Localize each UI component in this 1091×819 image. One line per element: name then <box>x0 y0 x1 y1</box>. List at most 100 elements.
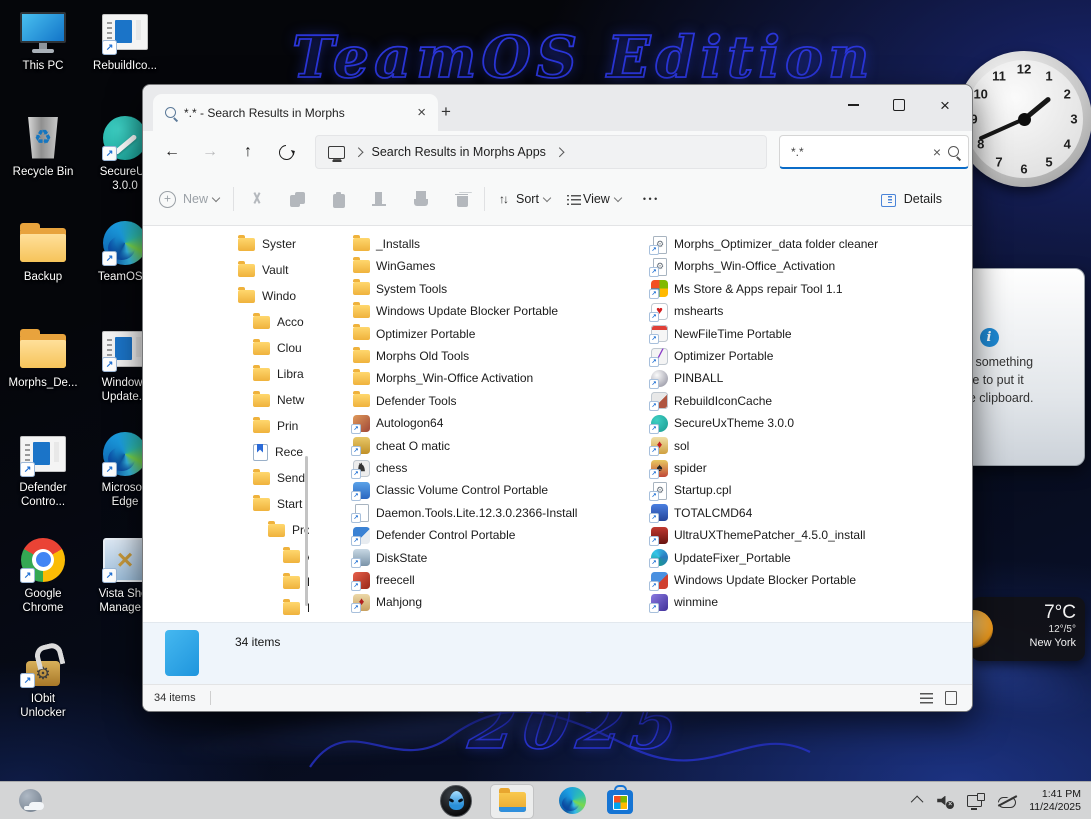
desktop-icon-this-pc[interactable]: This PC <box>4 8 82 73</box>
share-icon[interactable] <box>412 190 429 208</box>
minimize-button[interactable] <box>830 87 876 123</box>
desktop-icon-recycle-bin[interactable]: Recycle Bin <box>4 114 82 179</box>
refresh-button[interactable] <box>269 137 303 167</box>
file-item-sol[interactable]: ♦ ↗ sol <box>649 436 689 457</box>
file-item-optimizer-portable[interactable]: ╱ ↗ Optimizer Portable <box>649 346 773 367</box>
sort-button[interactable]: Sort <box>499 191 552 208</box>
file-item-defender-control-portable[interactable]: ↗ Defender Control Portable <box>351 525 515 546</box>
tree-scrollbar[interactable] <box>305 456 308 606</box>
file-item-ultrauxthemepatcher-4-5-0-install[interactable]: ↗ UltraUXThemePatcher_4.5.0_install <box>649 525 865 546</box>
taskbar-start-button[interactable] <box>437 784 475 817</box>
clock-widget[interactable]: 1 2 3 4 5 6 7 8 9 10 11 12 <box>956 51 1091 187</box>
tree-item-clou[interactable]: Clou <box>253 336 302 360</box>
paste-icon[interactable] <box>330 191 347 208</box>
tree-item-vault[interactable]: Vault <box>238 258 288 282</box>
maximize-button[interactable] <box>876 87 922 123</box>
tree-item-windo[interactable]: Windo <box>238 284 296 308</box>
cut-icon[interactable] <box>248 191 265 208</box>
rename-icon[interactable] <box>371 191 388 208</box>
copy-icon[interactable] <box>289 191 306 208</box>
tree-item-acco[interactable]: Acco <box>253 310 304 334</box>
desktop-icon-defender-contro[interactable]: ↗ Defender Contro... <box>4 430 82 509</box>
file-item-mshearts[interactable]: ♥ ↗ mshearts <box>649 301 723 322</box>
tray-chevron-up-icon[interactable] <box>910 795 924 809</box>
file-item-startup-cpl[interactable]: ⚙ ↗ Startup.cpl <box>649 480 731 501</box>
volume-muted-icon[interactable]: × <box>936 793 955 809</box>
file-item-wingames[interactable]: WinGames <box>353 256 435 276</box>
close-button[interactable]: × <box>922 87 968 123</box>
tab-close-icon[interactable]: × <box>413 105 430 120</box>
taskbar-explorer-button[interactable] <box>490 784 534 819</box>
large-icons-view-toggle[interactable] <box>945 691 957 705</box>
file-item-mahjong[interactable]: ♦ ↗ Mahjong <box>351 592 422 613</box>
search-box[interactable]: × <box>779 135 969 169</box>
tree-item-start[interactable]: Start <box>253 492 302 516</box>
file-item-morphs-win-office-activation[interactable]: Morphs_Win-Office Activation <box>353 368 533 388</box>
file-item-chess[interactable]: ♞ ↗ chess <box>351 458 407 479</box>
new-button[interactable]: New <box>159 190 221 208</box>
file-item-windows-update-blocker-portable[interactable]: ↗ Windows Update Blocker Portable <box>649 570 856 591</box>
details-toggle-button[interactable]: Details <box>880 191 956 208</box>
file-item-totalcmd64[interactable]: ↗ TOTALCMD64 <box>649 503 752 524</box>
shortcut-arrow-icon: ↗ <box>102 40 117 55</box>
tree-item-prin[interactable]: Prin <box>253 414 298 438</box>
file-item-winmine[interactable]: ↗ winmine <box>649 592 718 613</box>
weather-widget[interactable]: 7°C 12°/5° New York <box>955 597 1085 661</box>
desktop-icon-backup[interactable]: Backup <box>4 219 82 284</box>
desktop-icon-iobit-unlocker[interactable]: ↗ IObitUnlocker <box>4 641 82 720</box>
file-item-pinball[interactable]: ↗ PINBALL <box>649 368 723 389</box>
file-item-installs[interactable]: _Installs <box>353 234 420 254</box>
file-item-secureuxtheme-3-0-0[interactable]: ↗ SecureUxTheme 3.0.0 <box>649 413 794 434</box>
file-item-ms-store-apps-repair-tool-1-1[interactable]: ↗ Ms Store & Apps repair Tool 1.1 <box>649 279 843 300</box>
list-view-toggle[interactable] <box>920 692 933 704</box>
tree-item-rece[interactable]: Rece <box>253 440 303 464</box>
file-item-windows-update-blocker-portable[interactable]: Windows Update Blocker Portable <box>353 301 558 321</box>
more-options-button[interactable] <box>643 191 660 208</box>
file-item-morphs-win-office-activation[interactable]: ⚙ ↗ Morphs_Win-Office_Activation <box>649 256 835 277</box>
view-button[interactable]: View <box>566 191 623 208</box>
desktop-icon-label: Backup <box>23 271 63 283</box>
file-item-cheat-o-matic[interactable]: ↗ cheat O matic <box>351 436 450 457</box>
desktop-icon-rebuildico[interactable]: ↗ RebuildIco... <box>86 8 164 73</box>
search-icon[interactable] <box>948 146 959 157</box>
desktop-icon-morphs-de[interactable]: Morphs_De... <box>4 325 82 390</box>
taskbar-edge-button[interactable] <box>553 784 591 817</box>
file-item-rebuildiconcache[interactable]: ↗ RebuildIconCache <box>649 391 772 412</box>
taskbar-store-button[interactable] <box>601 784 639 817</box>
network-display-icon[interactable] <box>967 792 986 810</box>
file-item-autologon64[interactable]: ↗ Autologon64 <box>351 413 443 434</box>
file-item-spider[interactable]: ♠ ↗ spider <box>649 458 707 479</box>
file-item-optimizer-portable[interactable]: Optimizer Portable <box>353 324 475 344</box>
desktop-icon-google-chrome[interactable]: ↗ Google Chrome <box>4 536 82 615</box>
forward-button[interactable]: → <box>193 137 227 167</box>
file-item-defender-tools[interactable]: Defender Tools <box>353 391 457 411</box>
clear-search-icon[interactable]: × <box>933 145 941 159</box>
tree-item-syster[interactable]: Syster <box>238 232 296 256</box>
new-tab-button[interactable]: + <box>433 100 459 126</box>
tree-item-netw[interactable]: Netw <box>253 388 304 412</box>
tree-item-send[interactable]: Send <box>253 466 305 490</box>
file-item-updatefixer-portable[interactable]: ↗ UpdateFixer_Portable <box>649 548 791 569</box>
file-item-morphs-old-tools[interactable]: Morphs Old Tools <box>353 346 469 366</box>
plus-circle-icon <box>159 190 176 208</box>
taskbar-widgets-button[interactable] <box>10 784 50 817</box>
file-item-morphs-optimizer-data-folder-cleaner[interactable]: ⚙ ↗ Morphs_Optimizer_data folder cleaner <box>649 234 879 255</box>
file-item-daemon-tools-lite-12-3-0-2366-install[interactable]: ↗ Daemon.Tools.Lite.12.3.0.2366-Install <box>351 503 577 524</box>
tray-clock[interactable]: 1:41 PM 11/24/2025 <box>1029 788 1081 814</box>
explorer-tab[interactable]: *.* - Search Results in Morphs × <box>153 94 438 131</box>
file-item-freecell[interactable]: ↗ freecell <box>351 570 415 591</box>
tree-item-pro[interactable]: Pro <box>268 518 309 542</box>
search-input[interactable] <box>789 143 926 160</box>
up-button[interactable]: ↑ <box>231 137 265 167</box>
file-item-classic-volume-control-portable[interactable]: ↗ Classic Volume Control Portable <box>351 480 548 501</box>
breadcrumb[interactable]: Search Results in Morphs Apps <box>315 135 767 169</box>
shortcut-arrow-icon: ↗ <box>102 356 117 372</box>
file-item-label: Morphs_Optimizer_data folder cleaner <box>674 237 879 251</box>
delete-icon[interactable] <box>453 191 470 208</box>
cloud-disabled-icon[interactable] <box>998 793 1018 809</box>
file-item-system-tools[interactable]: System Tools <box>353 279 447 299</box>
back-button[interactable]: ← <box>155 137 189 167</box>
file-item-diskstate[interactable]: ↗ DiskState <box>351 548 427 569</box>
tree-item-libra[interactable]: Libra <box>253 362 304 386</box>
file-item-newfiletime-portable[interactable]: ↗ NewFileTime Portable <box>649 324 792 345</box>
